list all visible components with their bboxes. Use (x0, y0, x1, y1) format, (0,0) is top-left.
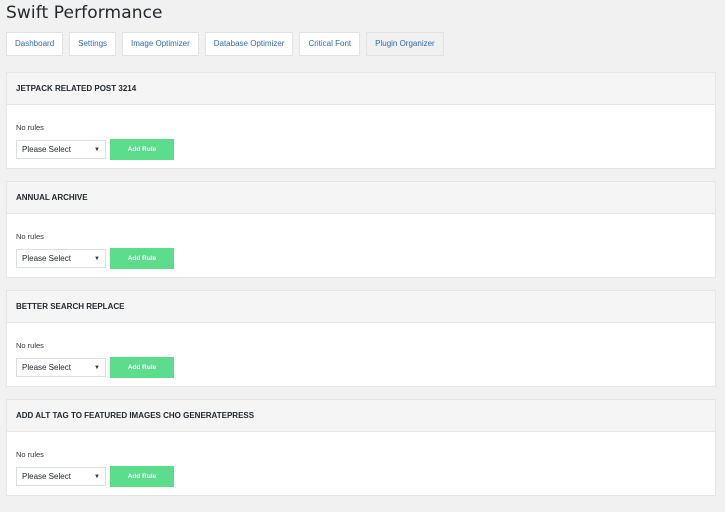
tab-bar: Dashboard Settings Image Optimizer Datab… (6, 32, 725, 56)
tab-plugin-organizer[interactable]: Plugin Organizer (366, 32, 444, 56)
add-rule-button[interactable]: Add Rule (110, 357, 174, 378)
tab-dashboard[interactable]: Dashboard (6, 32, 64, 56)
rule-select-value: Please Select (22, 145, 71, 154)
add-rule-button[interactable]: Add Rule (110, 466, 174, 487)
plugin-panel: JETPACK RELATED POST 3214 No rules Pleas… (6, 72, 716, 169)
tab-image-optimizer[interactable]: Image Optimizer (122, 32, 199, 56)
tab-settings[interactable]: Settings (69, 32, 117, 56)
plugin-panels: JETPACK RELATED POST 3214 No rules Pleas… (6, 72, 716, 508)
rule-select-value: Please Select (22, 254, 71, 263)
rule-select[interactable]: Please Select ▼ (16, 249, 106, 268)
rule-select[interactable]: Please Select ▼ (16, 358, 106, 377)
add-rule-button[interactable]: Add Rule (110, 248, 174, 269)
add-rule-button[interactable]: Add Rule (110, 139, 174, 160)
rules-status: No rules (16, 341, 44, 350)
caret-down-icon: ▼ (94, 146, 100, 153)
plugin-panel: ANNUAL ARCHIVE No rules Please Select ▼ … (6, 181, 716, 278)
plugin-panel-title: BETTER SEARCH REPLACE (7, 291, 715, 323)
rules-status: No rules (16, 123, 44, 132)
rule-select-value: Please Select (22, 363, 71, 372)
caret-down-icon: ▼ (94, 255, 100, 262)
plugin-panel: ADD ALT TAG TO FEATURED IMAGES CHO GENER… (6, 399, 716, 496)
page-title: Swift Performance (6, 3, 163, 23)
rule-select[interactable]: Please Select ▼ (16, 140, 106, 159)
tab-critical-font[interactable]: Critical Font (299, 32, 361, 56)
plugin-panel: BETTER SEARCH REPLACE No rules Please Se… (6, 290, 716, 387)
rule-select-value: Please Select (22, 472, 71, 481)
plugin-panel-title: ADD ALT TAG TO FEATURED IMAGES CHO GENER… (7, 400, 715, 432)
caret-down-icon: ▼ (94, 473, 100, 480)
rules-status: No rules (16, 450, 44, 459)
plugin-panel-title: ANNUAL ARCHIVE (7, 182, 715, 214)
tab-database-optimizer[interactable]: Database Optimizer (204, 32, 294, 56)
caret-down-icon: ▼ (94, 364, 100, 371)
plugin-panel-title: JETPACK RELATED POST 3214 (7, 73, 715, 105)
rule-select[interactable]: Please Select ▼ (16, 467, 106, 486)
rules-status: No rules (16, 232, 44, 241)
